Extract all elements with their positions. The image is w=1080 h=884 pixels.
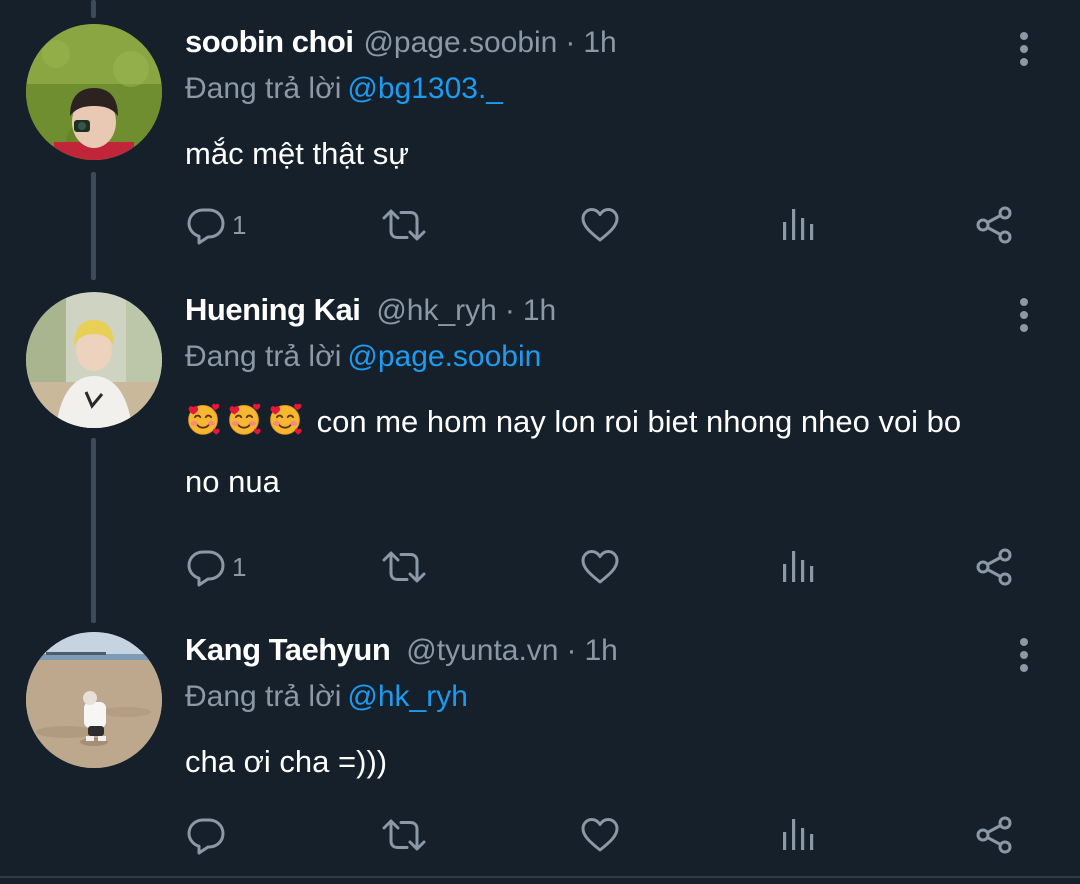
reply-count: 1	[232, 209, 247, 240]
vertical-ellipsis-icon[interactable]	[1010, 296, 1040, 336]
bar-chart-icon	[778, 205, 818, 245]
tweet-actions: 1	[0, 200, 1080, 250]
like-button[interactable]	[580, 200, 620, 250]
display-name[interactable]: Huening Kai	[185, 292, 361, 328]
views-button[interactable]	[778, 810, 818, 860]
mention-link[interactable]: @hk_ryh	[347, 680, 468, 713]
tweet-header: Kang Taehyun @tyunta.vn · 1h	[185, 632, 618, 678]
reply-button[interactable]: 1	[186, 542, 246, 592]
separator: ·	[504, 294, 515, 327]
separator: ·	[566, 634, 577, 667]
avatar[interactable]	[26, 24, 162, 160]
mention-link[interactable]: @bg1303._	[347, 72, 503, 105]
timestamp[interactable]: 1h	[584, 634, 617, 668]
display-name[interactable]: soobin choi	[185, 24, 354, 60]
speech-bubble-icon	[186, 547, 226, 587]
views-button[interactable]	[778, 542, 818, 592]
replying-to: Đang trả lời @page.soobin	[185, 340, 541, 374]
replying-to-label: Đang trả lời	[185, 680, 342, 713]
share-icon	[974, 547, 1014, 587]
replying-to-label: Đang trả lời	[185, 340, 342, 373]
share-button[interactable]	[974, 810, 1014, 860]
retweet-button[interactable]	[382, 542, 426, 592]
timestamp[interactable]: 1h	[523, 294, 556, 328]
tweet-text: cha ơi cha =)))	[185, 744, 388, 779]
retweet-icon	[382, 547, 426, 587]
like-button[interactable]	[580, 542, 620, 592]
retweet-button[interactable]	[382, 200, 426, 250]
replying-to: Đang trả lời @hk_ryh	[185, 680, 468, 714]
vertical-ellipsis-icon[interactable]	[1010, 636, 1040, 676]
reply-button[interactable]: 1	[186, 200, 246, 250]
thread-connector-line	[91, 438, 96, 623]
replying-to-label: Đang trả lời	[185, 72, 342, 105]
tweet-actions: 1	[0, 542, 1080, 592]
speech-bubble-icon	[186, 815, 226, 855]
tweet-text-line1: con me hom nay lon roi biet nhong nheo v…	[316, 404, 962, 439]
views-button[interactable]	[778, 200, 818, 250]
share-icon	[974, 205, 1014, 245]
smiling-face-with-hearts-emoji	[267, 401, 303, 437]
display-name[interactable]: Kang Taehyun	[185, 632, 391, 668]
separator: ·	[565, 26, 576, 59]
tweet-header: Huening Kai @hk_ryh · 1h	[185, 292, 556, 338]
avatar[interactable]	[26, 292, 162, 428]
tweet-actions	[0, 810, 1080, 860]
tweet-header: soobin choi @page.soobin · 1h	[185, 24, 617, 70]
tweet-text-line2: no nua	[185, 464, 280, 499]
tweet-text-line: con me hom nay lon roi biet nhong nheo v…	[185, 392, 1035, 452]
bar-chart-icon	[778, 815, 818, 855]
share-button[interactable]	[974, 542, 1014, 592]
timestamp[interactable]: 1h	[583, 26, 616, 60]
retweet-button[interactable]	[382, 810, 426, 860]
retweet-icon	[382, 205, 426, 245]
divider	[0, 876, 1080, 878]
reply-count: 1	[232, 551, 247, 582]
tweet-text: con me hom nay lon roi biet nhong nheo v…	[185, 392, 1035, 512]
username[interactable]: @tyunta.vn	[406, 634, 558, 668]
heart-icon	[580, 205, 620, 245]
vertical-ellipsis-icon[interactable]	[1010, 30, 1040, 70]
tweet-text: mắc mệt thật sự	[185, 136, 410, 171]
reply-thread: soobin choi @page.soobin · 1h Đang trả l…	[0, 0, 1080, 884]
reply-button[interactable]	[186, 810, 232, 860]
replying-to: Đang trả lời @bg1303._	[185, 72, 503, 106]
heart-icon	[580, 815, 620, 855]
retweet-icon	[382, 815, 426, 855]
share-button[interactable]	[974, 200, 1014, 250]
share-icon	[974, 815, 1014, 855]
smiling-face-with-hearts-emoji	[185, 401, 221, 437]
thread-connector-line	[91, 0, 96, 18]
speech-bubble-icon	[186, 205, 226, 245]
bar-chart-icon	[778, 547, 818, 587]
username[interactable]: @hk_ryh	[376, 294, 497, 328]
heart-icon	[580, 547, 620, 587]
avatar[interactable]	[26, 632, 162, 768]
mention-link[interactable]: @page.soobin	[347, 340, 541, 373]
like-button[interactable]	[580, 810, 620, 860]
smiling-face-with-hearts-emoji	[226, 401, 262, 437]
username[interactable]: @page.soobin	[363, 26, 557, 60]
